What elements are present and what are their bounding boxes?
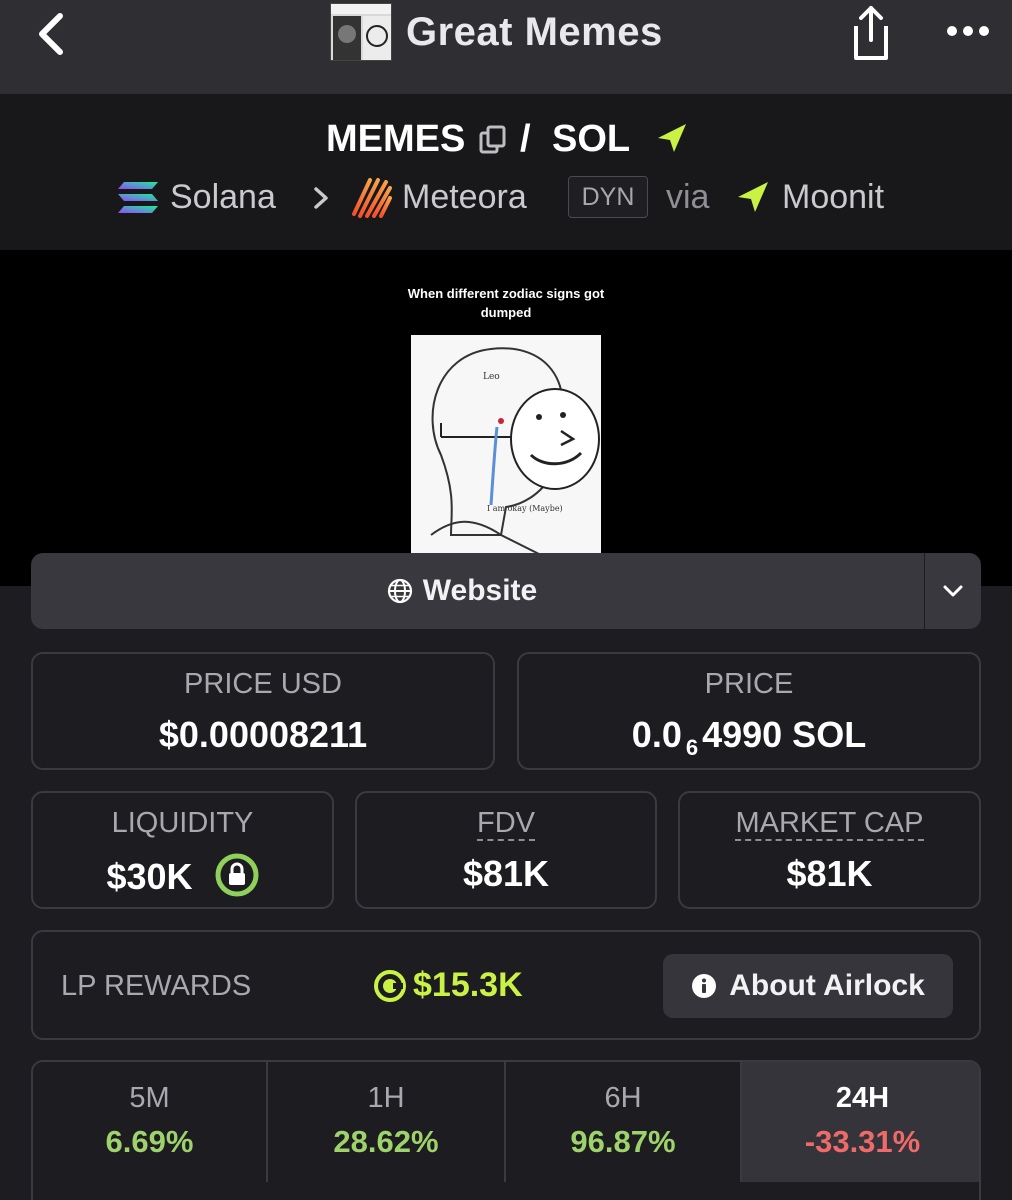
moonit-icon [738,182,768,212]
top-nav: Great Memes [0,0,1012,94]
lp-rewards-value-row: $15.3K [373,966,523,1005]
liquidity-value: $30K [106,856,193,897]
globe-icon [387,578,412,604]
about-airlock-button[interactable]: About Airlock [663,954,953,1018]
meme-caption: When different zodiac signs got dumped [407,286,605,320]
timeframe-tabs: 5M 6.69% 1H 28.62% 6H 96.87% 24H -33.31% [31,1060,981,1200]
fdv-value: $81K [462,853,550,894]
tab-change: 96.87% [570,1124,676,1159]
tab-label: 6H [604,1082,642,1114]
price-sol-zero-count: 6 [685,735,699,760]
dex-type-badge: DYN [568,176,648,218]
back-button[interactable] [28,8,76,60]
price-sol-card: PRICE 0.0 6 4990 SOL [517,652,981,770]
tab-24h[interactable]: 24H -33.31% [742,1062,979,1182]
price-sol-value: 0.0 6 4990 SOL [519,714,979,761]
market-cap-card: MARKET CAP $81K [678,791,981,909]
nav-title: Great Memes [406,10,663,54]
tab-change: 6.69% [105,1124,194,1159]
tab-label: 5M [129,1082,170,1114]
pair-separator: / [520,118,531,160]
price-usd-card: PRICE USD $0.00008211 [31,652,495,770]
liquidity-label: LIQUIDITY [111,807,254,839]
links-dropdown-button[interactable] [925,553,981,629]
tab-6h[interactable]: 6H 96.87% [506,1062,742,1182]
about-airlock-label: About Airlock [729,969,925,1002]
tab-label: 24H [835,1082,890,1114]
share-button[interactable] [846,2,896,64]
website-label: Website [422,574,538,607]
meme-text-bottom: I am okay (Maybe) [487,504,563,513]
tab-1h[interactable]: 1H 28.62% [268,1062,506,1182]
website-button[interactable]: Website [31,553,893,629]
meteora-icon [352,178,392,218]
lock-icon[interactable] [215,853,259,897]
solana-icon [118,182,158,213]
chevron-right-icon [314,187,328,209]
base-symbol: MEMES [326,118,466,160]
token-thumbnail [330,3,392,61]
liquidity-value-row: $30K [33,853,332,898]
lp-rewards-card: LP REWARDS $15.3K About Airlock [31,930,981,1040]
share-icon [854,6,888,60]
tab-label: 1H [367,1082,405,1114]
price-sol-suffix: 4990 SOL [702,714,867,755]
market-cap-value: $81K [786,853,873,894]
moonit-icon [658,124,686,152]
fdv-label[interactable]: FDV [477,807,535,841]
back-chevron-icon [39,13,63,55]
market-cap-label[interactable]: MARKET CAP [735,807,924,841]
chain-name[interactable]: Solana [170,178,276,217]
price-label: PRICE [704,668,794,700]
liquidity-card: LIQUIDITY $30K [31,791,334,909]
info-icon [692,974,717,998]
copy-icon[interactable] [478,124,508,156]
website-bar: Website [31,553,981,629]
tab-change: 28.62% [333,1124,439,1159]
lp-rewards-label: LP REWARDS [61,970,252,1002]
tab-change: -33.31% [804,1124,921,1159]
price-sol-prefix: 0.0 [631,714,682,755]
airlock-icon [374,969,406,1002]
launchpad-name[interactable]: Moonit [782,178,884,217]
token-banner: When different zodiac signs got dumped L… [0,250,1012,586]
meme-text-top: Leo [483,372,500,382]
more-button[interactable] [940,16,996,46]
quote-symbol: SOL [552,118,631,160]
tab-5m[interactable]: 5M 6.69% [33,1062,268,1182]
dex-name[interactable]: Meteora [402,178,527,217]
lp-rewards-value: $15.3K [413,966,523,1004]
fdv-card: FDV $81K [355,791,657,909]
price-usd-label: PRICE USD [184,668,342,700]
pair-header: MEMES / SOL Solana Meteora DYN via Mooni… [0,94,1012,250]
via-label: via [666,178,710,216]
chevron-down-icon [943,585,963,597]
price-usd-value: $0.00008211 [158,714,368,755]
more-icon [947,26,989,36]
meme-image: Leo I am okay (Maybe) [411,335,601,556]
